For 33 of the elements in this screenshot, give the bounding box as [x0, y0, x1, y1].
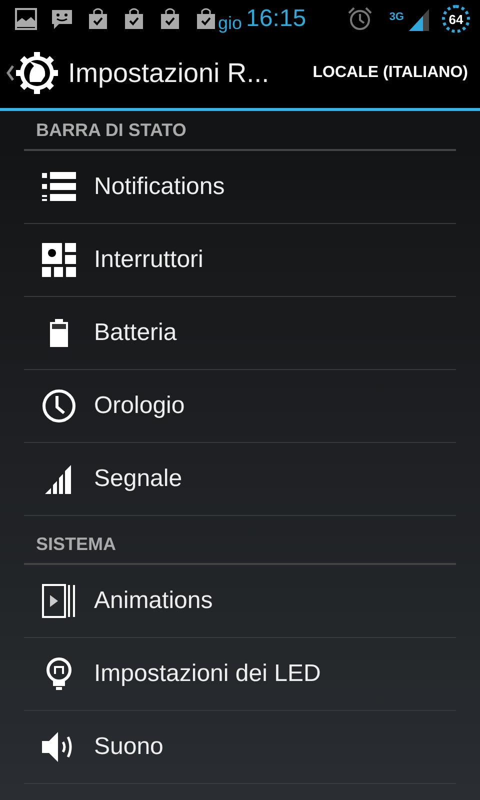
- settings-item[interactable]: Interruttori: [24, 224, 456, 297]
- status-time: 16:15: [246, 5, 306, 33]
- section-header: BARRA DI STATO: [24, 111, 456, 151]
- back-caret-icon[interactable]: [6, 65, 14, 81]
- settings-item[interactable]: Suono: [24, 711, 456, 784]
- settings-item[interactable]: Orologio: [24, 370, 456, 443]
- shopping-bag-icon: [194, 7, 218, 31]
- signal-strength-icon: [408, 7, 430, 31]
- locale-button[interactable]: LOCALE (ITALIANO): [312, 58, 468, 88]
- alarm-clock-icon: [347, 6, 374, 32]
- play-frame-icon: [42, 584, 76, 618]
- settings-item[interactable]: Animations: [24, 565, 456, 638]
- battery-indicator: 64: [442, 5, 470, 33]
- signal-icon: [45, 464, 73, 494]
- clock-icon: [42, 389, 76, 423]
- shopping-bag-icon: [158, 7, 182, 31]
- shopping-bag-icon: [122, 7, 146, 31]
- gear-logo-icon[interactable]: [16, 52, 58, 94]
- battery-icon: [49, 319, 69, 347]
- settings-item[interactable]: Batteria: [24, 297, 456, 370]
- status-day: gio: [218, 12, 242, 34]
- shopping-bag-icon: [86, 7, 110, 31]
- settings-item[interactable]: Impostazioni dei LED: [24, 638, 456, 711]
- section-header: SISTEMA: [24, 516, 456, 565]
- picture-icon: [14, 7, 38, 31]
- network-type: 3G: [389, 11, 404, 23]
- lightbulb-icon: [45, 657, 73, 691]
- list-icon: [42, 172, 76, 202]
- settings-item[interactable]: Segnale: [24, 443, 456, 516]
- tiles-icon: [42, 243, 76, 277]
- chat-icon: [50, 7, 74, 31]
- action-bar-title: Impostazioni R...: [68, 58, 270, 88]
- settings-item[interactable]: Notifications: [24, 151, 456, 224]
